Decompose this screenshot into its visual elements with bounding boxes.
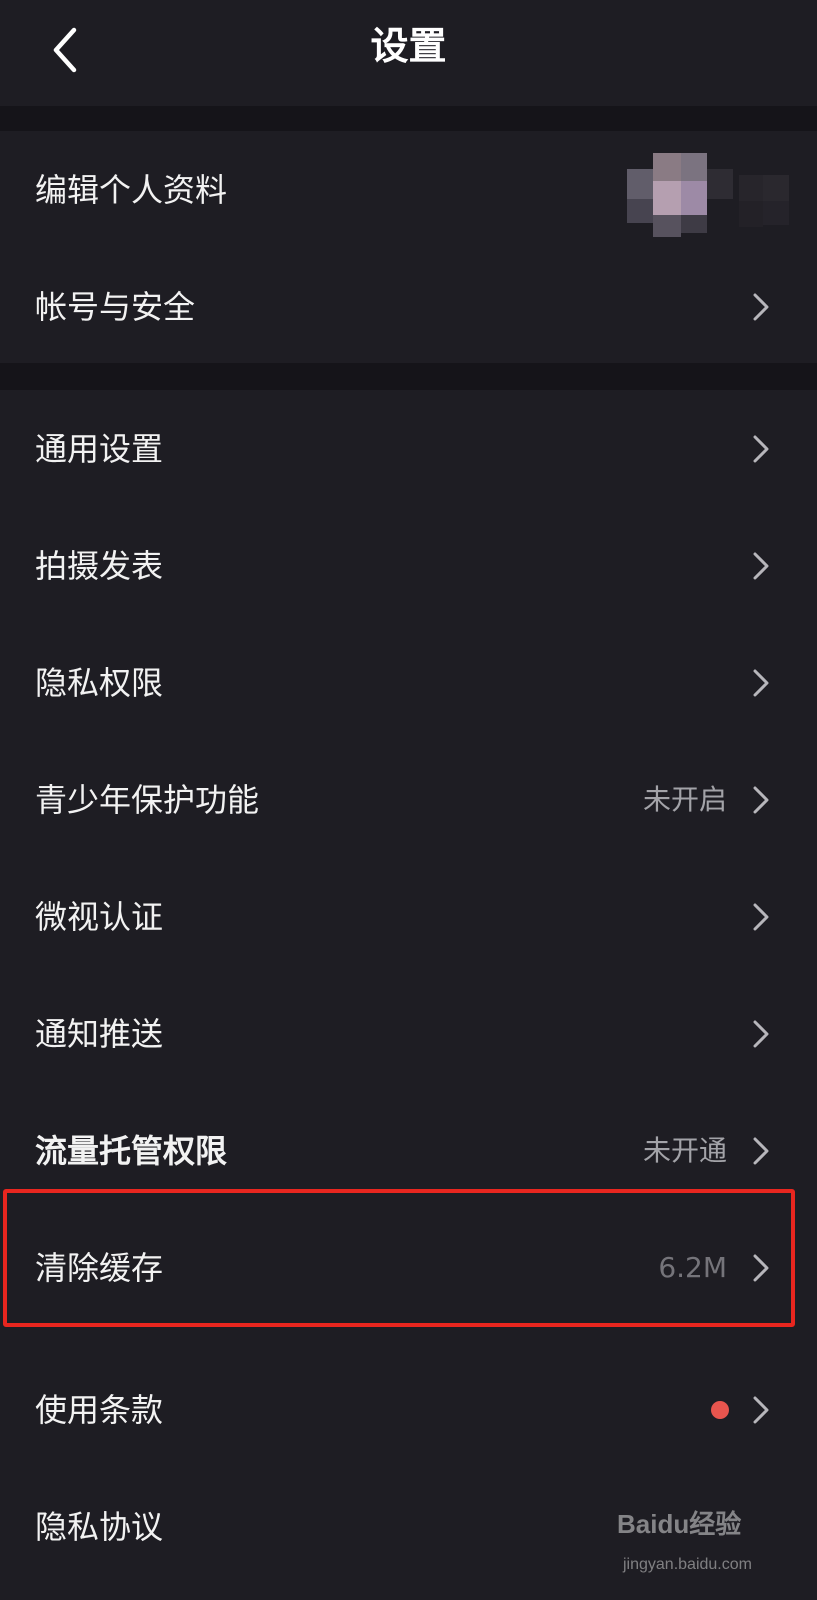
highlight-box (3, 1189, 795, 1327)
row-status-value: 未开通 (642, 1133, 727, 1167)
settings-row-verification[interactable]: 微视认证 (0, 858, 817, 975)
top-bar: 设置 (0, 0, 817, 106)
settings-row-notifications[interactable]: 通知推送 (0, 975, 817, 1092)
row-label: 通用设置 (35, 429, 164, 468)
chevron-right-icon (753, 552, 769, 579)
settings-row-general[interactable]: 通用设置 (0, 390, 817, 507)
chevron-right-icon (753, 1137, 769, 1164)
settings-row-account-security[interactable]: 帐号与安全 (0, 248, 817, 365)
chevron-right-icon (753, 1396, 769, 1423)
row-label: 编辑个人资料 (35, 170, 228, 209)
row-label: 微视认证 (35, 897, 164, 936)
avatar[interactable] (627, 151, 789, 247)
chevron-right-icon (753, 293, 769, 320)
settings-row-teen-protection[interactable]: 青少年保护功能 未开启 (0, 741, 817, 858)
chevron-right-icon (753, 903, 769, 930)
row-label: 隐私协议 (35, 1507, 164, 1546)
chevron-right-icon (753, 1020, 769, 1047)
row-status-value: 未开启 (642, 782, 727, 816)
row-label: 使用条款 (35, 1390, 164, 1429)
notification-dot (711, 1400, 729, 1419)
row-label: 帐号与安全 (35, 287, 196, 326)
watermark-logo: Baidu经验 (617, 1509, 742, 1539)
settings-group: 通用设置 拍摄发表 隐私权限 青少年保护功能 未开启 微视认证 通知推送 流量托… (0, 390, 817, 1600)
settings-row-shoot-publish[interactable]: 拍摄发表 (0, 507, 817, 624)
account-group: 编辑个人资料 帐号与安全 (0, 131, 817, 363)
row-label: 通知推送 (35, 1014, 164, 1053)
settings-row-privacy-permissions[interactable]: 隐私权限 (0, 624, 817, 741)
settings-row-terms[interactable]: 使用条款 (0, 1351, 817, 1468)
chevron-right-icon (753, 435, 769, 462)
settings-row-edit-profile[interactable]: 编辑个人资料 (0, 131, 817, 248)
row-label: 流量托管权限 (35, 1131, 228, 1170)
baidu-watermark: Baidu经验 jingyan.baidu.com (617, 1504, 777, 1584)
row-label: 拍摄发表 (35, 546, 164, 585)
row-label: 隐私权限 (35, 663, 164, 702)
row-label: 青少年保护功能 (35, 780, 260, 819)
chevron-right-icon (753, 669, 769, 696)
page-title: 设置 (370, 24, 447, 68)
watermark-url: jingyan.baidu.com (623, 1556, 752, 1573)
chevron-right-icon (753, 786, 769, 813)
